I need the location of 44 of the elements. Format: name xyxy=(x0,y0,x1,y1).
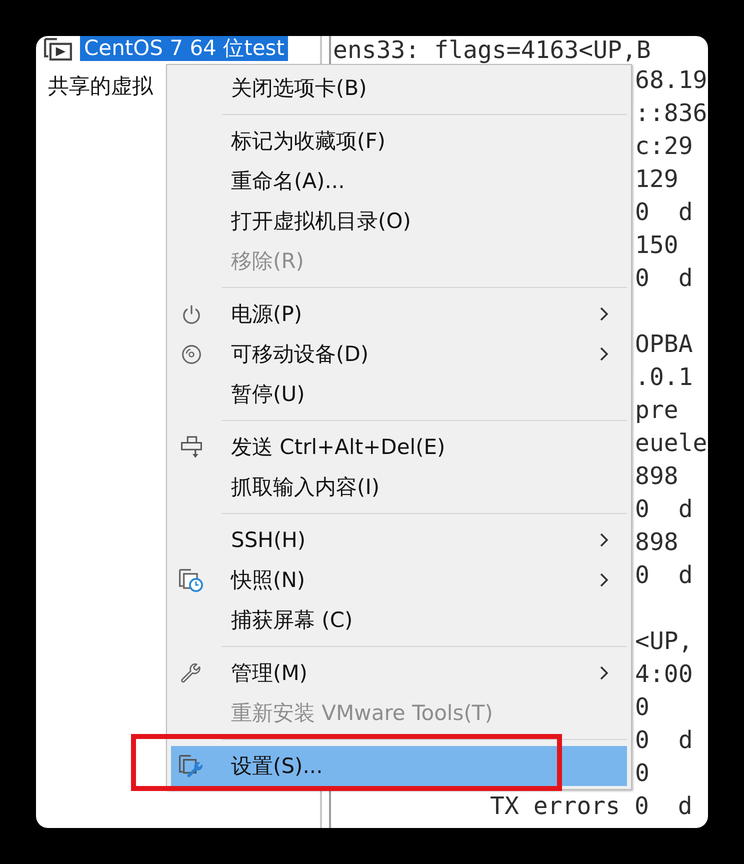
terminal-text: 898 xyxy=(635,462,678,490)
terminal-text: pre xyxy=(635,396,678,424)
terminal-text: 0 xyxy=(635,693,650,721)
terminal-text: OPBA xyxy=(635,330,693,358)
terminal-text: 129 xyxy=(635,165,678,193)
terminal-text: c:29 xyxy=(635,132,693,160)
menu-item[interactable]: 快照(N) xyxy=(171,560,627,600)
menu-item[interactable]: SSH(H) xyxy=(171,520,627,560)
menu-item[interactable]: 暂停(U) xyxy=(171,374,627,414)
menu-item[interactable]: 可移动设备(D) xyxy=(171,334,627,374)
menu-item[interactable]: 抓取输入内容(I) xyxy=(171,467,627,507)
menu-item[interactable]: 发送 Ctrl+Alt+Del(E) xyxy=(171,427,627,467)
screen-arrow-icon xyxy=(180,436,202,458)
disc-icon xyxy=(182,344,200,364)
terminal-text: 0 d xyxy=(635,198,693,226)
terminal-text: 68.19 xyxy=(635,66,708,94)
terminal-text: ens33: flags=4163<UP,B xyxy=(333,36,651,64)
terminal-text: <UP, xyxy=(635,627,693,655)
menu-item[interactable]: 关闭选项卡(B) xyxy=(171,68,627,108)
power-icon xyxy=(182,304,200,324)
terminal-text: TX errors 0 d xyxy=(490,792,692,820)
terminal-text: 0 d xyxy=(635,264,693,292)
menu-item[interactable]: 捕获屏幕 (C) xyxy=(171,600,627,640)
menu-item[interactable]: 电源(P) xyxy=(171,294,627,334)
menu-item[interactable]: 打开虚拟机目录(O) xyxy=(171,201,627,241)
terminal-text: 0 d xyxy=(635,726,693,754)
menu-item[interactable]: 设置(S)... xyxy=(171,746,627,786)
window-clock-icon xyxy=(179,568,203,592)
terminal-text: 0 d xyxy=(635,495,693,523)
terminal-text: .0.1 xyxy=(635,363,693,391)
terminal-text: 4:00 xyxy=(635,660,693,688)
menu-item[interactable]: 标记为收藏项(F) xyxy=(171,121,627,161)
menu-item[interactable]: 重命名(A)... xyxy=(171,161,627,201)
terminal-text: euele xyxy=(635,429,708,457)
window-wrench-icon xyxy=(179,754,203,778)
terminal-text: 898 xyxy=(635,528,678,556)
terminal-text: ::836 xyxy=(635,99,708,127)
terminal-text: 0 d xyxy=(635,561,693,589)
tree-item[interactable]: CentOS 7 64 位test xyxy=(80,36,288,61)
menu-item[interactable]: 管理(M) xyxy=(171,653,627,693)
terminal-text: 150 xyxy=(635,231,678,259)
terminal-text: 0 xyxy=(635,759,650,787)
wrench-icon xyxy=(181,663,201,683)
tree-item[interactable]: 共享的虚拟 xyxy=(44,74,157,99)
